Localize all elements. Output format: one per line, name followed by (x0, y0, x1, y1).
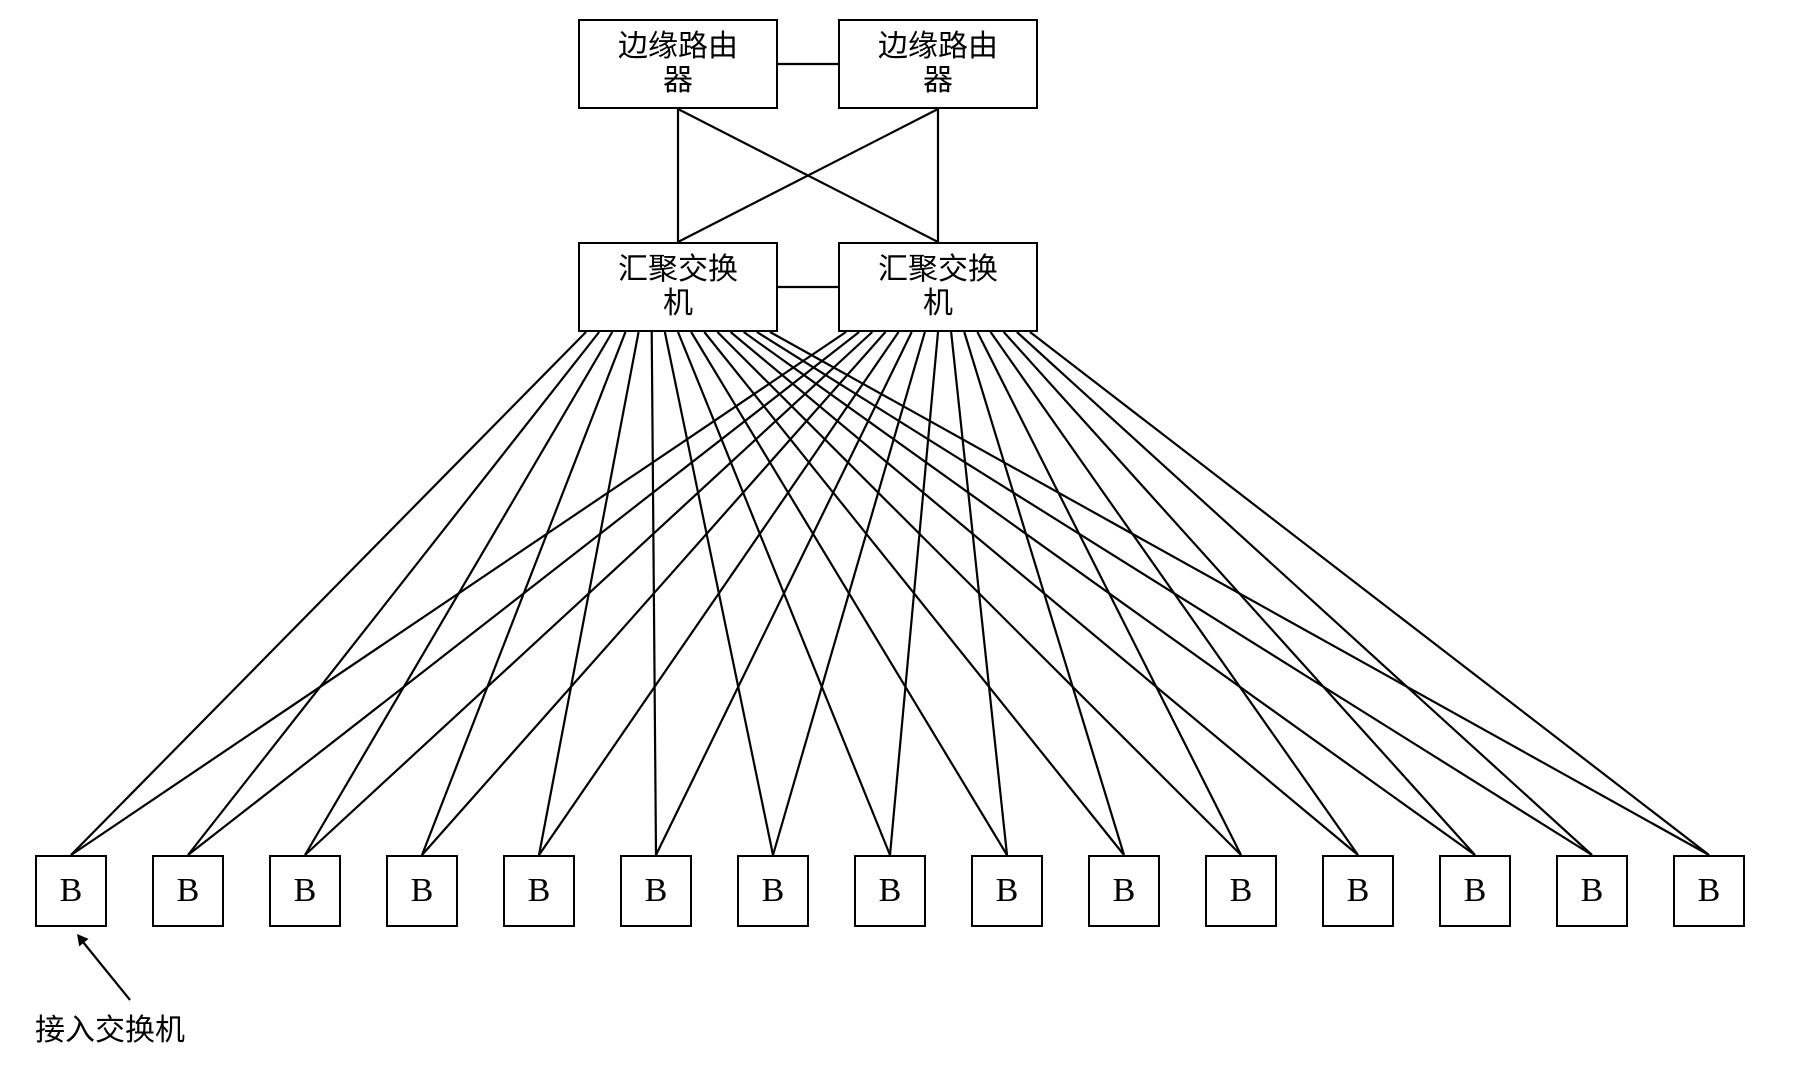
access-switch-3: B (386, 855, 458, 927)
access-switch-12: B (1439, 855, 1511, 927)
access-switch-10: B (1205, 855, 1277, 927)
access-switch-9: B (1088, 855, 1160, 927)
access-switch-2: B (269, 855, 341, 927)
aggregation-switch-1: 汇聚交换 机 (838, 242, 1038, 332)
aggregation-switch-0: 汇聚交换 机 (578, 242, 778, 332)
access-switch-14: B (1673, 855, 1745, 927)
access-switch-5: B (620, 855, 692, 927)
edge-router-1: 边缘路由 器 (838, 19, 1038, 109)
access-switch-11: B (1322, 855, 1394, 927)
access-switch-1: B (152, 855, 224, 927)
access-switch-6: B (737, 855, 809, 927)
edge-router-0: 边缘路由 器 (578, 19, 778, 109)
access-switch-0: B (35, 855, 107, 927)
access-switch-8: B (971, 855, 1043, 927)
access-switch-annotation: 接入交换机 (35, 1005, 185, 1049)
access-switch-13: B (1556, 855, 1628, 927)
access-switch-4: B (503, 855, 575, 927)
access-switch-7: B (854, 855, 926, 927)
